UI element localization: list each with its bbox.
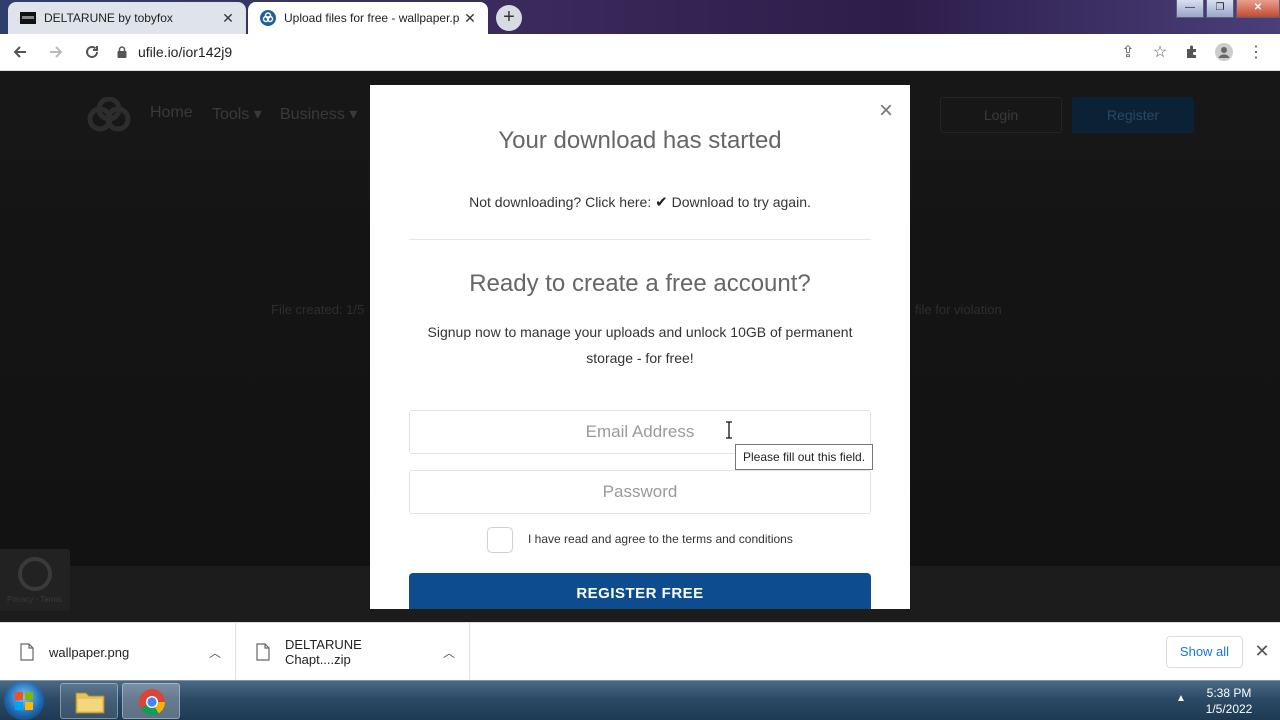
profile-avatar-icon[interactable] [1208,36,1240,68]
retry-line: Not downloading? Click here: ✔ Download … [370,193,910,211]
modal-close-icon[interactable]: × [876,99,896,123]
back-arrow-icon [13,46,26,58]
folder-icon [75,692,105,714]
nav-business[interactable]: Business ▾ [280,104,357,124]
taskbar-clock[interactable]: 5:38 PM 1/5/2022 [1196,685,1262,717]
download-modal: × Your download has started Not download… [370,85,910,609]
modal-title: Your download has started [498,127,782,154]
divider [409,239,871,240]
browser-tab-strip: DELTARUNE by tobyfox ✕ Upload files for … [0,0,1280,34]
text-cursor-icon [726,421,732,439]
register-free-button[interactable]: REGISTER FREE [409,573,871,609]
report-text: file for violation [915,302,1002,317]
reload-button[interactable] [76,36,108,68]
windows-logo-icon [15,692,33,710]
browser-toolbar: ufile.io/ior142j9 ⇪ ☆ ⋮ [0,34,1280,71]
clock-date: 1/5/2022 [1205,702,1253,716]
tab-title: Upload files for free - wallpaper.p [284,11,460,25]
tab-ufile[interactable]: Upload files for free - wallpaper.p ✕ [248,2,488,34]
download-item[interactable]: DELTARUNE Chapt....zip ︿ [236,623,470,681]
toolbar-actions: ⇪ ☆ ⋮ [1112,36,1272,68]
chrome-icon [139,689,166,716]
download-shelf: wallpaper.png ︿ DELTARUNE Chapt....zip ︿… [0,622,1280,681]
maximize-button[interactable]: ❐ [1206,0,1234,18]
nav-home[interactable]: Home [150,104,193,122]
shelf-close-icon[interactable]: ✕ [1252,641,1272,661]
download-link-text: Download to try again. [667,194,811,210]
login-button[interactable]: Login [940,97,1062,133]
terms-label: I have read and agree to the terms and c… [528,532,793,546]
share-icon[interactable]: ⇪ [1112,36,1144,68]
tab-close-icon[interactable]: ✕ [220,10,236,27]
terms-checkbox[interactable] [487,527,513,553]
url-text: ufile.io/ior142j9 [138,44,233,60]
taskbar-chrome[interactable] [122,683,180,719]
validation-tooltip: Please fill out this field. [735,444,874,470]
extensions-puzzle-icon[interactable] [1176,36,1208,68]
file-created-text: File created: 1/5 [271,302,365,317]
reload-icon [86,45,98,58]
window-close-button[interactable]: ✕ [1236,0,1280,18]
download-filename: wallpaper.png [49,644,130,660]
ufile-favicon-icon [260,10,276,26]
clock-time: 5:38 PM [1206,686,1252,700]
chevron-up-icon[interactable]: ︿ [429,644,469,661]
web-page: Home Tools ▾ Business ▾ Login Register F… [0,71,1280,622]
forward-arrow-icon [50,46,63,58]
menu-dots-icon[interactable]: ⋮ [1240,36,1272,68]
recaptcha-logo-icon [18,557,52,591]
signup-heading: Ready to create a free account? [469,270,811,297]
retry-prefix: Not downloading? Click here: [469,194,656,210]
taskbar-explorer[interactable] [60,683,118,719]
tab-title: DELTARUNE by tobyfox [44,11,173,25]
deltarune-favicon-icon [20,12,36,24]
file-icon [20,643,34,661]
recaptcha-badge[interactable]: Privacy - Terms [0,549,70,611]
download-retry-link[interactable]: ✔ Download to try again. [655,194,811,211]
bookmark-star-icon[interactable]: ☆ [1144,36,1176,68]
signup-description: Signup now to manage your uploads and un… [427,324,853,366]
show-all-button[interactable]: Show all [1166,636,1243,668]
start-button[interactable] [4,682,44,720]
download-filename: DELTARUNE Chapt....zip [285,637,362,667]
nav-tools[interactable]: Tools ▾ [212,104,262,124]
minimize-button[interactable]: — [1176,0,1204,18]
window-controls: — ❐ ✕ [1174,0,1280,18]
address-bar[interactable]: ufile.io/ior142j9 [116,44,232,60]
ufile-logo-icon[interactable] [86,97,132,133]
tab-deltarune[interactable]: DELTARUNE by tobyfox ✕ [8,2,246,34]
download-item[interactable]: wallpaper.png ︿ [0,623,236,681]
header-register-button[interactable]: Register [1072,97,1194,133]
windows-taskbar: ▲ 5:38 PM 1/5/2022 [0,680,1280,720]
forward-button[interactable] [40,36,72,68]
recaptcha-terms: Privacy - Terms [7,595,62,604]
password-field[interactable] [409,470,871,514]
tab-close-icon[interactable]: ✕ [462,10,478,27]
file-icon [256,643,270,661]
back-button[interactable] [4,36,36,68]
lock-icon [117,46,127,58]
chevron-up-icon[interactable]: ︿ [195,644,235,661]
tray-expand-icon[interactable]: ▲ [1176,693,1186,704]
checkmark-icon: ✔ [655,194,668,211]
new-tab-button[interactable]: + [496,5,522,31]
